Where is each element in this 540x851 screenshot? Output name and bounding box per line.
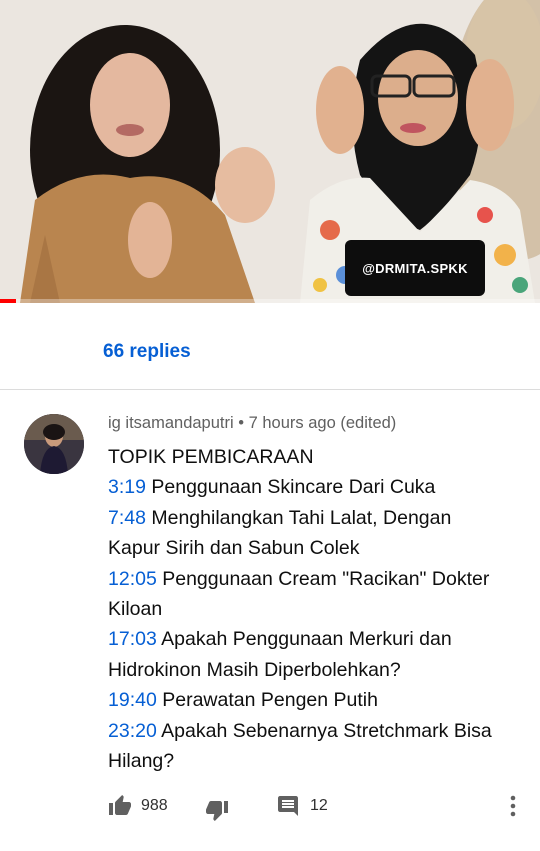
comment-line: Kiloan: [108, 594, 528, 624]
video-progress-bar[interactable]: [0, 299, 540, 303]
timestamp-link[interactable]: 3:19: [108, 476, 146, 498]
timestamp-link[interactable]: 23:20: [108, 720, 157, 742]
comment-text: TOPIK PEMBICARAAN 3:19 Penggunaan Skinca…: [108, 442, 528, 776]
timestamp-topic: Menghilangkan Tahi Lalat, Dengan: [151, 506, 452, 529]
timestamp-topic: Kiloan: [108, 598, 163, 621]
like-count: 988: [141, 797, 168, 814]
comment-heading: TOPIK PEMBICARAAN: [108, 446, 314, 468]
thumb-down-icon: [204, 798, 230, 822]
comment-line: 23:20 Apakah Sebenarnya Stretchmark Bisa: [108, 716, 528, 746]
timestamp-topic: Hidrokinon Masih Diperbolehkan?: [108, 658, 401, 681]
timestamp-link[interactable]: 19:40: [108, 689, 157, 711]
comment-actions: 988 12: [0, 790, 540, 824]
comment-line: 12:05 Penggunaan Cream "Racikan" Dokter: [108, 564, 528, 594]
timestamp-link[interactable]: 7:48: [108, 507, 146, 529]
timestamp-topic: Penggunaan Skincare Dari Cuka: [151, 476, 436, 499]
timestamp-topic: Apakah Penggunaan Merkuri dan: [161, 628, 452, 651]
timestamp-link[interactable]: 17:03: [108, 628, 157, 650]
dislike-button[interactable]: [204, 798, 230, 822]
comment-line: 19:40 Perawatan Pengen Putih: [108, 685, 528, 715]
view-replies-button[interactable]: 66 replies: [103, 341, 191, 363]
comment-line: 3:19 Penggunaan Skincare Dari Cuka: [108, 472, 528, 502]
reply-button[interactable]: 12: [276, 794, 328, 818]
timestamp-topic: Apakah Sebenarnya Stretchmark Bisa: [161, 719, 492, 742]
divider: [0, 389, 540, 390]
comment-line: Kapur Sirih dan Sabun Colek: [108, 533, 528, 563]
comment-line: Hilang?: [108, 746, 528, 776]
video-player[interactable]: @DRMITA.SPKK: [0, 0, 540, 303]
comment-time: 7 hours ago (edited): [248, 414, 397, 432]
more-vert-icon: [510, 795, 516, 822]
video-watermark: @DRMITA.SPKK: [345, 240, 485, 296]
comment-author[interactable]: ig itsamandaputri: [108, 414, 234, 432]
meta-separator: •: [233, 414, 249, 432]
comment-line: Hidrokinon Masih Diperbolehkan?: [108, 655, 528, 685]
like-button[interactable]: 988: [107, 794, 168, 818]
timestamp-topic: Hilang?: [108, 750, 175, 773]
timestamp-link[interactable]: 12:05: [108, 568, 157, 590]
avatar-image: [24, 414, 84, 474]
timestamp-topic: Kapur Sirih dan Sabun Colek: [108, 537, 360, 560]
thumb-up-icon: [107, 794, 133, 818]
video-progress-fill: [0, 299, 17, 303]
reply-count: 12: [310, 797, 328, 814]
comment-meta: ig itsamandaputri • 7 hours ago (edited): [108, 414, 396, 433]
comment-line: 7:48 Menghilangkan Tahi Lalat, Dengan: [108, 503, 528, 533]
timestamp-topic: Penggunaan Cream "Racikan" Dokter: [162, 567, 490, 590]
avatar[interactable]: [24, 414, 84, 474]
timestamp-topic: Perawatan Pengen Putih: [162, 689, 378, 712]
more-options-button[interactable]: [502, 795, 524, 821]
comment-line: 17:03 Apakah Penggunaan Merkuri dan: [108, 624, 528, 654]
comment-icon: [276, 794, 300, 818]
